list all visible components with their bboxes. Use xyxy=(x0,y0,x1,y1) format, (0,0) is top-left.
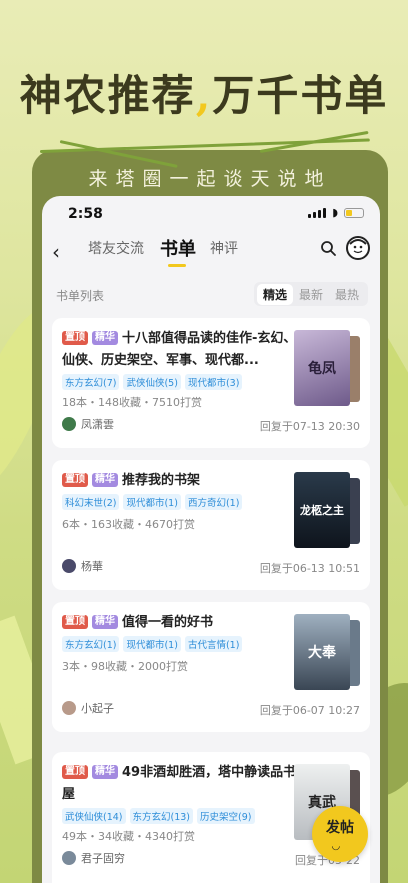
tag-list: 武侠仙侠(14) 东方玄幻(13) 历史架空(9) xyxy=(62,808,255,824)
tab-friends[interactable]: 塔友交流 xyxy=(88,238,144,258)
status-time: 2:58 xyxy=(68,206,103,222)
promo-slogan: 来塔圈一起谈天说地 xyxy=(88,168,332,190)
card-stats: 49本・34收藏・4340打赏 xyxy=(62,830,195,843)
book-cover: 龟凤 xyxy=(294,330,350,406)
status-bar: 2:58 ◗ xyxy=(42,196,380,232)
tab-booklists[interactable]: 书单 xyxy=(160,235,196,261)
card-title: 置顶 精华 值得一看的好书 xyxy=(62,612,298,634)
post-button[interactable]: 发帖 ◡ xyxy=(312,806,368,862)
card-author[interactable]: 君子固穷 xyxy=(62,850,125,866)
genre-tag[interactable]: 古代言情(1) xyxy=(184,636,243,652)
tab-reviews[interactable]: 神评 xyxy=(210,238,238,258)
card-title: 置顶 精华 十八部值得品读的佳作-玄幻、仙侠、历史架空、军事、现代都... xyxy=(62,331,297,368)
featured-badge: 精华 xyxy=(92,765,118,779)
genre-tag[interactable]: 西方奇幻(1) xyxy=(184,494,243,510)
book-cover: 龙柩之主 xyxy=(294,472,350,548)
nav-bar: ‹ 塔友交流 书单 神评 xyxy=(42,232,380,272)
pinned-badge: 置顶 xyxy=(62,473,88,487)
promo-headline: 神农推荐,万千书单 xyxy=(19,71,389,120)
reply-time: 回复于07-13 20:30 xyxy=(259,420,360,433)
featured-badge: 精华 xyxy=(92,615,118,629)
pinned-badge: 置顶 xyxy=(62,331,88,345)
genre-tag[interactable]: 东方玄幻(1) xyxy=(62,636,120,652)
featured-badge: 精华 xyxy=(92,473,118,487)
smile-icon: ◡ xyxy=(332,841,340,852)
search-icon[interactable] xyxy=(320,240,336,256)
reply-time: 回复于06-13 10:51 xyxy=(259,562,360,575)
status-icons: ◗ xyxy=(308,206,364,219)
app-screen: 2:58 ◗ ‹ 塔友交流 书单 神评 书单列表 精选 最新 最热 置顶 精华 … xyxy=(42,196,380,883)
filter-featured[interactable]: 精选 xyxy=(256,283,293,305)
avatar xyxy=(62,417,76,431)
pinned-badge: 置顶 xyxy=(62,765,88,779)
tag-list: 东方玄幻(7) 武侠仙侠(5) 现代都市(3) xyxy=(62,374,243,390)
card-title: 置顶 精华 49非酒却胜酒，塔中静读品书屋 xyxy=(62,765,297,802)
genre-tag[interactable]: 东方玄幻(7) xyxy=(62,374,120,390)
genre-tag[interactable]: 武侠仙侠(14) xyxy=(62,808,126,824)
active-tab-indicator xyxy=(168,264,186,267)
card-stats: 3本・98收藏・2000打赏 xyxy=(62,660,188,673)
card-author[interactable]: 凤潇雲 xyxy=(62,416,114,432)
genre-tag[interactable]: 东方玄幻(13) xyxy=(129,808,194,824)
genre-tag[interactable]: 科幻末世(2) xyxy=(62,494,120,510)
section-title: 书单列表 xyxy=(56,289,105,303)
booklist-card[interactable]: 置顶 精华 十八部值得品读的佳作-玄幻、仙侠、历史架空、军事、现代都... 东方玄幻… xyxy=(52,318,370,448)
genre-tag[interactable]: 现代都市(1) xyxy=(123,494,181,510)
profile-icon[interactable] xyxy=(346,236,370,260)
pinned-badge: 置顶 xyxy=(62,615,88,629)
signal-icon xyxy=(308,208,327,218)
wifi-icon: ◗ xyxy=(332,206,338,219)
sort-filter-group: 精选 最新 最热 xyxy=(253,282,368,306)
card-author[interactable]: 小起子 xyxy=(62,700,114,716)
book-cover: 大奉 xyxy=(294,614,350,690)
book-cover-stack[interactable]: 大奉 xyxy=(294,614,360,690)
booklist-card[interactable]: 置顶 精华 推荐我的书架 科幻末世(2) 现代都市(1) 西方奇幻(1) 6本・16… xyxy=(52,460,370,590)
tag-list: 东方玄幻(1) 现代都市(1) 古代言情(1) xyxy=(62,636,243,652)
card-author[interactable]: 杨華 xyxy=(62,558,103,574)
genre-tag[interactable]: 历史架空(9) xyxy=(197,808,255,824)
book-cover-stack[interactable]: 龟凤 xyxy=(294,330,360,406)
filter-latest[interactable]: 最新 xyxy=(293,284,329,305)
reply-time: 回复于06-07 10:27 xyxy=(259,704,360,717)
book-cover-stack[interactable]: 龙柩之主 xyxy=(294,472,360,548)
back-arrow-icon[interactable]: ‹ xyxy=(52,240,60,264)
avatar xyxy=(62,851,76,865)
genre-tag[interactable]: 现代都市(1) xyxy=(123,636,181,652)
card-stats: 6本・163收藏・4670打赏 xyxy=(62,518,195,531)
featured-badge: 精华 xyxy=(92,331,118,345)
section-header: 书单列表 精选 最新 最热 xyxy=(42,282,380,308)
booklist-card[interactable]: 置顶 精华 值得一看的好书 东方玄幻(1) 现代都市(1) 古代言情(1) 3本・9… xyxy=(52,602,370,732)
card-title: 置顶 精华 推荐我的书架 xyxy=(62,470,298,492)
avatar xyxy=(62,559,76,573)
avatar xyxy=(62,701,76,715)
genre-tag[interactable]: 武侠仙侠(5) xyxy=(123,374,181,390)
filter-hottest[interactable]: 最热 xyxy=(329,284,365,305)
genre-tag[interactable]: 现代都市(3) xyxy=(184,374,243,390)
card-stats: 18本・148收藏・7510打赏 xyxy=(62,396,202,409)
tag-list: 科幻末世(2) 现代都市(1) 西方奇幻(1) xyxy=(62,494,243,510)
battery-icon xyxy=(344,208,364,218)
